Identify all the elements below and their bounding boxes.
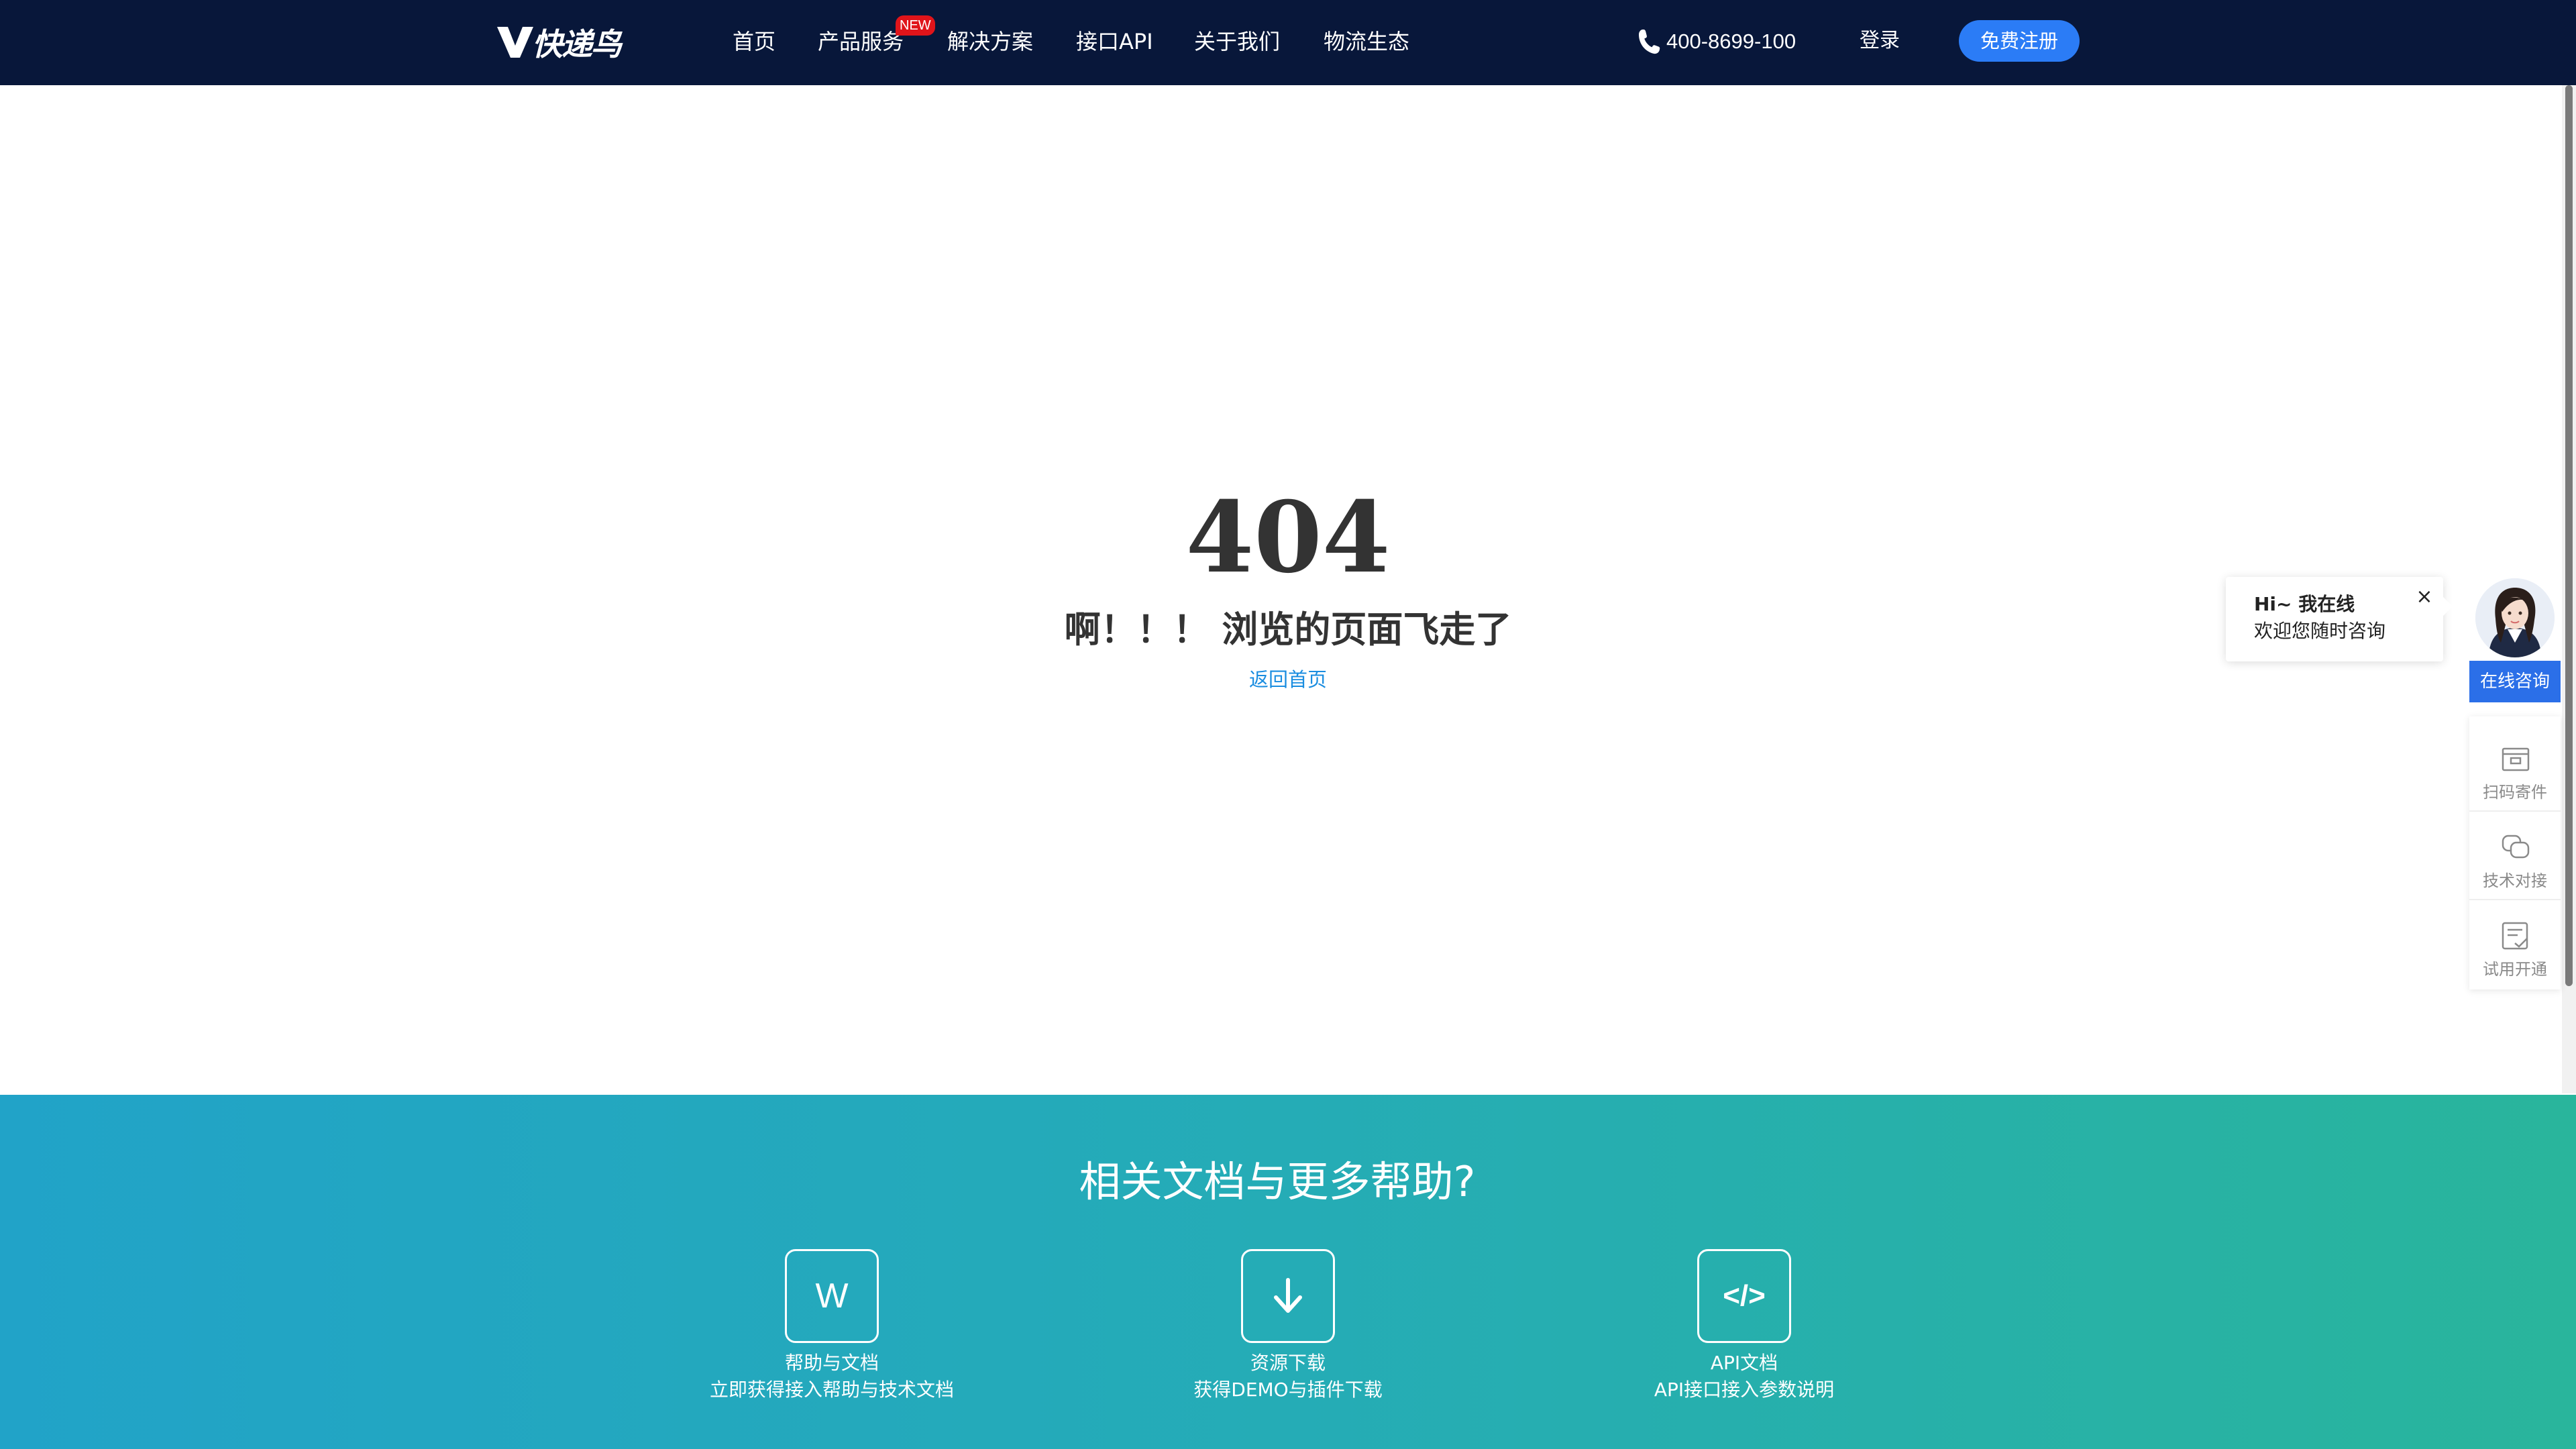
side-item-label: 试用开通 [2483,960,2547,979]
side-item-scan-ship[interactable]: 扫码寄件 [2469,723,2561,810]
agent-avatar[interactable] [2475,578,2555,657]
new-badge: NEW [896,15,935,36]
side-item-label: 技术对接 [2483,871,2547,890]
close-icon[interactable]: × [2414,586,2435,608]
brand-logo[interactable]: 快递鸟 [496,20,622,64]
arrow-down-icon [1274,1278,1302,1313]
nav-home[interactable]: 首页 [733,25,775,58]
w-document-icon: W [785,1249,879,1343]
back-home-link-text[interactable]: 返回首页 [1249,668,1327,691]
scan-box-icon [2502,747,2530,771]
register-button[interactable]: 免费注册 [1959,20,2080,62]
top-navbar: 快递鸟 首页 产品服务 NEW 解决方案 接口API 关于我们 物流生态 400… [0,0,2576,85]
help-card-desc: 获得DEMO与插件下载 [1193,1379,1383,1401]
chat-greeting: Hi~ 我在线 [2254,593,2355,615]
side-tool-panel: 扫码寄件 技术对接 试用开通 [2469,716,2561,989]
error-code: 404 [1185,480,1391,595]
phone-icon [1639,30,1660,54]
code-glyph: </> [1723,1279,1766,1312]
help-title: 相关文档与更多帮助? [1079,1157,1476,1206]
code-brackets-icon: </> [1697,1249,1791,1343]
agent-portrait-icon [2475,578,2555,657]
chat-greeting-bubble[interactable]: Hi~ 我在线 欢迎您随时咨询 × [2226,577,2453,661]
logo-text: 快递鸟 [532,26,622,62]
help-section: 相关文档与更多帮助? W 帮助与文档 立即获得接入帮助与技术文档 资源下载 获得… [0,1095,2576,1449]
help-card-title: 帮助与文档 [784,1352,879,1374]
chat-welcome-text: 欢迎您随时咨询 [2254,620,2386,642]
side-item-label: 扫码寄件 [2483,783,2547,802]
document-check-icon [2502,922,2528,950]
nav-ecosystem[interactable]: 物流生态 [1324,25,1409,58]
nav-api[interactable]: 接口API [1076,25,1153,58]
side-item-tech-support[interactable]: 技术对接 [2469,812,2561,899]
side-item-trial[interactable]: 试用开通 [2469,900,2561,987]
phone-number: 400-8699-100 [1666,30,1796,53]
help-card-title: 资源下载 [1250,1352,1326,1374]
login-link[interactable]: 登录 [1860,25,1900,57]
help-card-desc: API接口接入参数说明 [1654,1379,1835,1401]
download-arrow-icon [1241,1249,1335,1343]
help-card-desc: 立即获得接入帮助与技术文档 [709,1379,954,1401]
online-consult-button[interactable]: 在线咨询 [2469,661,2561,702]
w-glyph: W [815,1277,849,1316]
nav-solutions[interactable]: 解决方案 [947,25,1033,58]
help-card-docs[interactable]: W 帮助与文档 立即获得接入帮助与技术文档 [671,1249,993,1424]
nav-products[interactable]: 产品服务 [818,25,904,58]
nav-about[interactable]: 关于我们 [1194,25,1280,58]
help-card-download[interactable]: 资源下载 获得DEMO与插件下载 [1127,1249,1449,1424]
back-home-link: 返回首页 [0,664,2576,695]
error-message: 啊！！！ 浏览的页面飞走了 [1064,608,1512,651]
logo-v-icon [497,27,533,58]
help-card-title: API文档 [1710,1352,1778,1374]
help-card-api[interactable]: </> API文档 API接口接入参数说明 [1583,1249,1905,1424]
chat-bubbles-icon [2502,835,2530,859]
hotline: 400-8699-100 [1637,25,1796,58]
